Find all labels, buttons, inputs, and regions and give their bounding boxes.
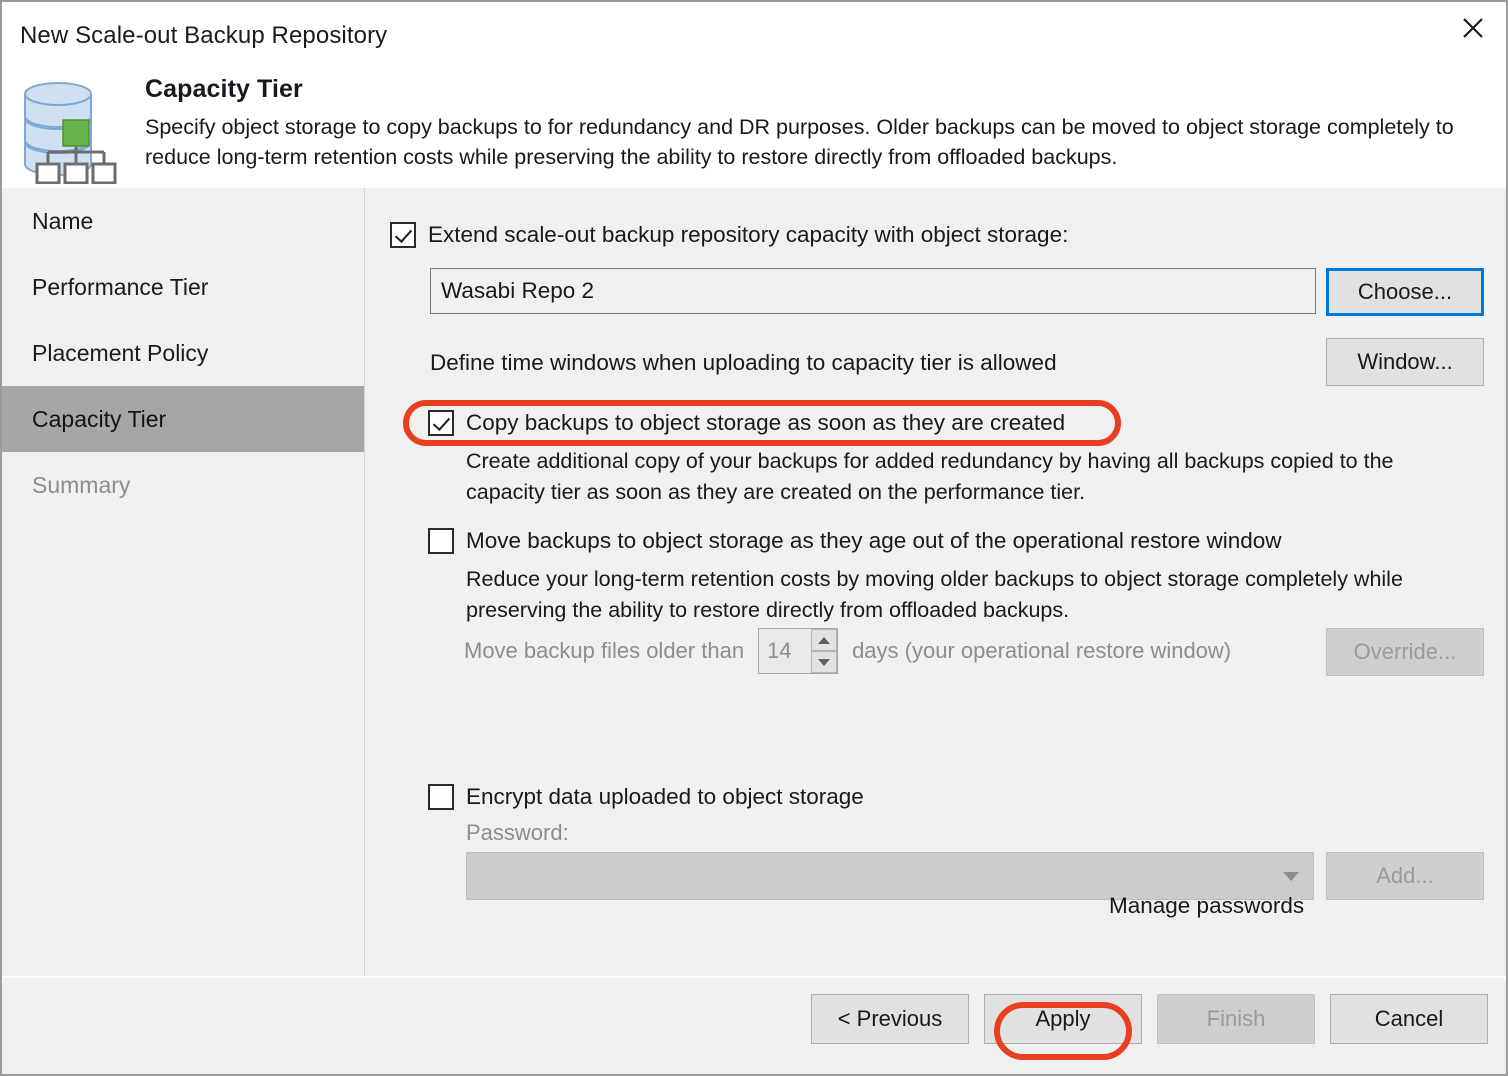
sidebar-item-summary: Summary	[32, 471, 131, 498]
manage-passwords-link[interactable]: Manage passwords	[1109, 893, 1304, 919]
password-label: Password:	[466, 820, 569, 845]
wizard-steps-sidebar: Name Performance Tier Placement Policy C…	[2, 188, 365, 976]
choose-repository-button[interactable]: Choose...	[1326, 268, 1484, 316]
apply-button[interactable]: Apply	[984, 994, 1142, 1044]
move-backups-checkbox-row[interactable]: Move backups to object storage as they a…	[428, 528, 1282, 554]
stepper-up-button[interactable]	[811, 629, 838, 651]
copy-backups-checkbox[interactable]	[428, 410, 454, 436]
capacity-tier-settings-panel: Extend scale-out backup repository capac…	[366, 188, 1506, 976]
finish-button: Finish	[1157, 994, 1315, 1044]
copy-backups-checkbox-row[interactable]: Copy backups to object storage as soon a…	[428, 410, 1065, 436]
time-window-label: Define time windows when uploading to ca…	[430, 350, 1057, 375]
dialog-header: New Scale-out Backup Repository Capacity…	[2, 2, 1506, 188]
older-than-prefix-label: Move backup files older than	[464, 638, 745, 663]
stepper-down-button[interactable]	[811, 651, 838, 673]
move-backups-description: Reduce your long-term retention costs by…	[466, 567, 1403, 622]
days-stepper-buttons[interactable]	[811, 629, 838, 673]
new-scaleout-backup-repository-dialog: New Scale-out Backup Repository Capacity…	[0, 0, 1508, 1076]
copy-backups-description: Create additional copy of your backups f…	[466, 449, 1394, 504]
add-password-button: Add...	[1326, 852, 1484, 900]
older-than-suffix-label: days (your operational restore window)	[852, 638, 1232, 663]
triangle-up-icon	[818, 636, 831, 644]
copy-backups-label: Copy backups to object storage as soon a…	[466, 410, 1066, 435]
encrypt-data-label: Encrypt data uploaded to object storage	[466, 784, 864, 809]
dialog-footer: < Previous Apply Finish Cancel	[2, 976, 1506, 1074]
sidebar-item-performance-tier[interactable]: Performance Tier	[2, 254, 364, 320]
close-glyph	[1463, 18, 1483, 38]
sidebar-item-placement-policy[interactable]: Placement Policy	[2, 320, 364, 386]
chevron-down-icon	[1283, 871, 1299, 881]
page-description: Specify object storage to copy backups t…	[145, 115, 1454, 169]
extend-capacity-label: Extend scale-out backup repository capac…	[428, 222, 1069, 247]
object-storage-repository-input[interactable]: Wasabi Repo 2	[430, 268, 1316, 314]
encrypt-data-checkbox-row[interactable]: Encrypt data uploaded to object storage	[428, 784, 864, 810]
page-title: Capacity Tier	[145, 75, 303, 103]
move-backups-label: Move backups to object storage as they a…	[466, 528, 1282, 553]
window-title: New Scale-out Backup Repository	[20, 22, 388, 49]
sidebar-item-capacity-tier[interactable]: Capacity Tier	[2, 386, 364, 452]
previous-button[interactable]: < Previous	[811, 994, 969, 1044]
encrypt-data-checkbox[interactable]	[428, 784, 454, 810]
extend-capacity-checkbox-row[interactable]: Extend scale-out backup repository capac…	[390, 222, 1068, 248]
move-backups-checkbox[interactable]	[428, 528, 454, 554]
triangle-down-icon	[818, 658, 831, 666]
override-button: Override...	[1326, 628, 1484, 676]
sidebar-item-name[interactable]: Name	[2, 188, 364, 254]
time-window-button[interactable]: Window...	[1326, 338, 1484, 386]
days-value[interactable]: 14	[759, 629, 811, 673]
scale-out-repository-icon	[18, 80, 128, 185]
days-stepper[interactable]: 14	[758, 628, 839, 674]
close-icon[interactable]	[1440, 2, 1506, 54]
extend-capacity-checkbox[interactable]	[390, 222, 416, 248]
move-backups-age-row: Move backup files older than 14 days (yo…	[464, 628, 1231, 674]
cancel-button[interactable]: Cancel	[1330, 994, 1488, 1044]
